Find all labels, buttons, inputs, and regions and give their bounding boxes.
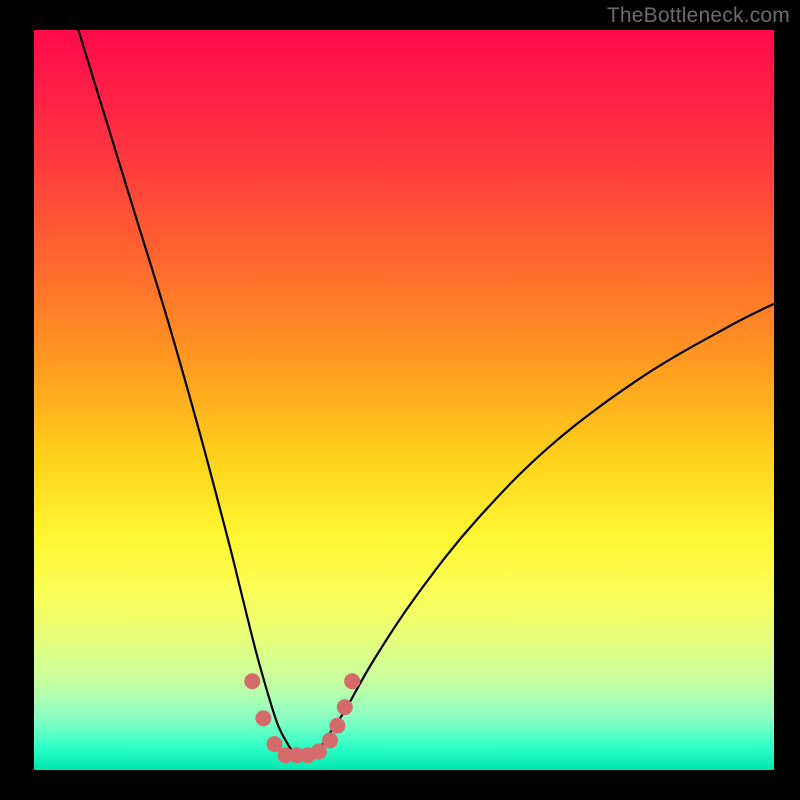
highlight-marker (244, 673, 260, 689)
watermark-text: TheBottleneck.com (607, 4, 790, 28)
highlight-markers (244, 673, 360, 763)
plot-area (34, 30, 774, 770)
chart-frame: TheBottleneck.com (0, 0, 800, 800)
highlight-marker (344, 673, 360, 689)
highlight-marker (255, 710, 271, 726)
curve-layer (34, 30, 774, 770)
bottleneck-curve (78, 30, 774, 756)
highlight-marker (329, 718, 345, 734)
highlight-marker (337, 699, 353, 715)
highlight-marker (322, 732, 338, 748)
